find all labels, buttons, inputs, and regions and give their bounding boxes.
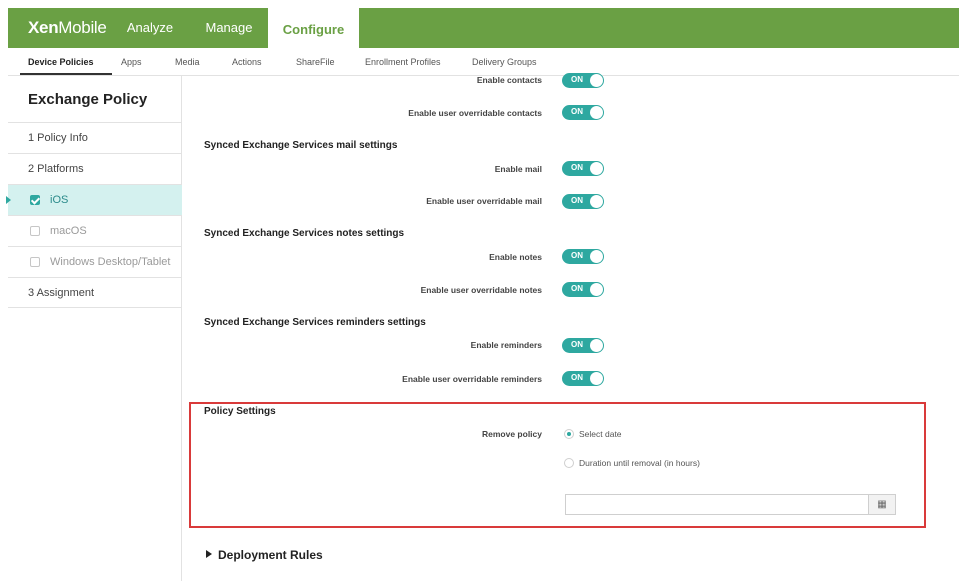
enable-user-overridable-reminders-label: Enable user overridable reminders — [402, 374, 542, 384]
enable-reminders-toggle[interactable]: ON — [562, 338, 604, 353]
toggle-knob — [590, 283, 603, 296]
sidebar-title: Exchange Policy — [28, 91, 148, 108]
enable-user-overridable-reminders-toggle[interactable]: ON — [562, 371, 604, 386]
enable-mail-label: Enable mail — [494, 164, 542, 174]
enable-notes-toggle[interactable]: ON — [562, 249, 604, 264]
sidebar-item-label: iOS — [50, 194, 69, 206]
enable-user-overridable-notes-label: Enable user overridable notes — [420, 285, 542, 295]
toggle-knob — [590, 250, 603, 263]
subnav-device-policies[interactable]: Device Policies — [28, 57, 94, 67]
enable-reminders-label: Enable reminders — [470, 340, 542, 350]
selected-marker-icon — [6, 196, 11, 204]
xenmobile-logo: XenMobile — [28, 18, 107, 37]
subnav-enrollment-profiles[interactable]: Enrollment Profiles — [365, 57, 441, 67]
enable-user-overridable-contacts-toggle[interactable]: ON — [562, 105, 604, 120]
toggle-knob — [590, 372, 603, 385]
sidebar-item-ios[interactable]: iOS — [6, 184, 182, 215]
toggle-knob — [590, 162, 603, 175]
sidebar-item-label: 1 Policy Info — [28, 132, 88, 144]
enable-user-overridable-contacts-label: Enable user overridable contacts — [408, 108, 542, 118]
subnav-sharefile[interactable]: ShareFile — [296, 57, 335, 67]
enable-user-overridable-mail-label: Enable user overridable mail — [426, 196, 542, 206]
windows-checkbox[interactable] — [30, 257, 40, 267]
toggle-knob — [590, 195, 603, 208]
enable-mail-toggle[interactable]: ON — [562, 161, 604, 176]
enable-user-overridable-notes-toggle[interactable]: ON — [562, 282, 604, 297]
reminders-settings-heading: Synced Exchange Services reminders setti… — [204, 317, 426, 328]
toggle-knob — [590, 106, 603, 119]
toggle-knob — [590, 339, 603, 352]
nav-analyze[interactable]: Analyze — [118, 8, 182, 48]
active-tab-underline — [20, 73, 112, 75]
subnav-apps[interactable]: Apps — [121, 57, 142, 67]
policy-settings-heading: Policy Settings — [204, 406, 276, 417]
sidebar-item-label: macOS — [50, 225, 87, 237]
nav-configure[interactable]: Configure — [268, 8, 359, 48]
duration-until-removal-option-label[interactable]: Duration until removal (in hours) — [579, 458, 700, 468]
enable-notes-label: Enable notes — [489, 252, 542, 262]
sidebar-item-label: 3 Assignment — [28, 287, 95, 299]
select-date-option-label[interactable]: Select date — [579, 429, 622, 439]
select-date-radio[interactable] — [564, 429, 574, 439]
calendar-button[interactable]: ▦ — [868, 494, 896, 515]
ios-checkbox[interactable] — [30, 195, 40, 205]
sidebar-item-macos[interactable]: macOS — [8, 215, 182, 246]
mail-settings-heading: Synced Exchange Services mail settings — [204, 140, 398, 151]
subnav-actions[interactable]: Actions — [232, 57, 262, 67]
top-nav-bar: XenMobile Analyze Manage Configure — [8, 8, 959, 48]
subnav-media[interactable]: Media — [175, 57, 200, 67]
policy-sidebar: Exchange Policy 1 Policy Info 2 Platform… — [6, 76, 182, 581]
deployment-rules-toggle[interactable]: Deployment Rules — [206, 548, 323, 562]
enable-contacts-toggle[interactable]: ON — [562, 73, 604, 88]
remove-policy-label: Remove policy — [482, 429, 542, 439]
toggle-knob — [590, 74, 603, 87]
sidebar-item-windows-desktop-tablet[interactable]: Windows Desktop/Tablet — [8, 246, 182, 277]
enable-user-overridable-mail-toggle[interactable]: ON — [562, 194, 604, 209]
sidebar-item-policy-info[interactable]: 1 Policy Info — [8, 122, 182, 153]
sub-nav-bar: Device Policies Apps Media Actions Share… — [8, 48, 959, 76]
enable-contacts-label: Enable contacts — [476, 75, 542, 85]
macos-checkbox[interactable] — [30, 226, 40, 236]
sidebar-item-label: 2 Platforms — [28, 163, 84, 175]
removal-date-input[interactable] — [565, 494, 869, 515]
nav-manage[interactable]: Manage — [196, 8, 262, 48]
subnav-delivery-groups[interactable]: Delivery Groups — [472, 57, 537, 67]
notes-settings-heading: Synced Exchange Services notes settings — [204, 228, 405, 239]
sidebar-item-label: Windows Desktop/Tablet — [50, 256, 171, 268]
sidebar-item-platforms[interactable]: 2 Platforms — [8, 153, 182, 184]
caret-right-icon — [206, 550, 212, 558]
sidebar-item-assignment[interactable]: 3 Assignment — [8, 277, 182, 308]
calendar-icon: ▦ — [877, 499, 887, 510]
duration-until-removal-radio[interactable] — [564, 458, 574, 468]
deployment-rules-label: Deployment Rules — [218, 548, 323, 562]
